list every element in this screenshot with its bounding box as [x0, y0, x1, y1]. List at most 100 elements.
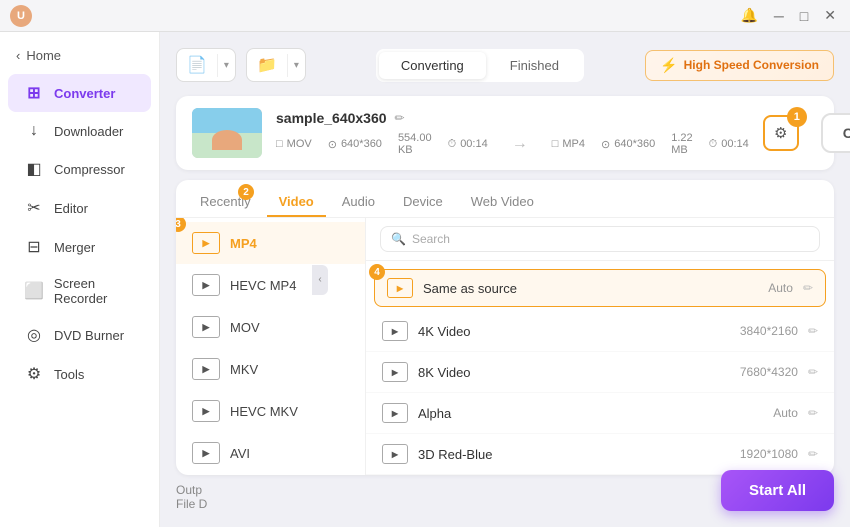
quality-item-4k-video[interactable]: ▶ 4K Video 3840*2160 ✏ [366, 311, 834, 352]
badge-3: 3 [176, 218, 186, 232]
format-icon-avi: ▶ [192, 442, 220, 464]
format-tabs: RecentlyVideoAudioDeviceWeb Video [176, 180, 834, 218]
sidebar-item-tools[interactable]: ⚙ Tools [8, 355, 151, 393]
quality-item-8k-video[interactable]: ▶ 8K Video 7680*4320 ✏ [366, 352, 834, 393]
quality-resolution-4k-video: 3840*2160 [740, 324, 798, 338]
format-item-hevc-mp4[interactable]: ▶ HEVC MP4 [176, 264, 365, 306]
sidebar-collapse-btn[interactable]: ‹ [312, 265, 328, 295]
quality-icon-same-as-source: ▶ [387, 278, 413, 298]
quality-resolution-same-as-source: Auto [768, 281, 793, 295]
notification-icon[interactable]: 🔔 [736, 5, 761, 26]
sidebar-icon-tools: ⚙ [24, 364, 44, 384]
main-content: 📄 ▾ 📁 ▾ Converting Finished ⚡ High Speed… [160, 32, 850, 527]
tab-converting[interactable]: Converting [379, 52, 486, 79]
quality-item-alpha[interactable]: ▶ Alpha Auto ✏ [366, 393, 834, 434]
format-right-header: 🔍 Search [366, 218, 834, 261]
quality-resolution-3d-red-blue: 1920*1080 [740, 447, 798, 461]
top-bar: 📄 ▾ 📁 ▾ Converting Finished ⚡ High Speed… [176, 48, 834, 82]
src-resolution: ⊙ 640*360 [328, 138, 382, 151]
format-panel: RecentlyVideoAudioDeviceWeb Video 2 3 ▶ … [176, 180, 834, 475]
sidebar-item-merger[interactable]: ⊟ Merger [8, 228, 151, 266]
sidebar-icon-downloader: ↓ [24, 122, 44, 140]
format-label-avi: AVI [230, 446, 250, 461]
maximize-icon[interactable]: □ [796, 6, 812, 26]
file-info: sample_640x360 ✏ □ MOV ⊙ 640*360 [276, 110, 749, 156]
format-tab-video[interactable]: Video [267, 188, 326, 217]
tab-finished[interactable]: Finished [488, 52, 581, 79]
quality-icon-8k-video: ▶ [382, 362, 408, 382]
format-icon-mkv: ▶ [192, 358, 220, 380]
format-icon-mov: ▶ [192, 316, 220, 338]
quality-label-3d-red-blue: 3D Red-Blue [418, 447, 740, 462]
dst-duration: ⏱ 00:14 [709, 138, 749, 151]
high-speed-button[interactable]: ⚡ High Speed Conversion [645, 50, 834, 81]
thumbnail-scene [192, 108, 262, 158]
dst-clock-icon: ⏱ [709, 138, 718, 151]
format-item-hevc-mkv[interactable]: ▶ HEVC MKV [176, 390, 365, 432]
src-duration: ⏱ 00:14 [448, 138, 488, 151]
sidebar-item-editor[interactable]: ✂ Editor [8, 189, 151, 227]
quality-edit-3d-red-blue[interactable]: ✏ [808, 447, 818, 461]
start-all-button[interactable]: Start All [721, 470, 834, 511]
format-item-mov[interactable]: ▶ MOV [176, 306, 365, 348]
add-folder-button[interactable]: 📁 ▾ [246, 48, 306, 82]
sidebar-icon-dvd-burner: ◎ [24, 325, 44, 345]
convert-button[interactable]: Convert [821, 113, 850, 153]
quality-edit-same-as-source[interactable]: ✏ [803, 281, 813, 295]
dst-resolution-icon: ⊙ [601, 138, 610, 151]
quality-item-3d-red-blue[interactable]: ▶ 3D Red-Blue 1920*1080 ✏ [366, 434, 834, 475]
close-icon[interactable]: ✕ [820, 5, 840, 26]
file-name: sample_640x360 [276, 110, 387, 126]
quality-edit-4k-video[interactable]: ✏ [808, 324, 818, 338]
format-panel-body: 3 ▶ MP4 ▶ HEVC MP4 ▶ MOV ▶ MKV ▶ HEVC MK… [176, 218, 834, 475]
sidebar-item-screen-recorder[interactable]: ⬜ Screen Recorder [8, 267, 151, 315]
sidebar-back-button[interactable]: ‹ Home [0, 42, 159, 69]
dst-format-icon: □ [552, 138, 559, 150]
format-item-avi[interactable]: ▶ AVI [176, 432, 365, 474]
sidebar-label-compressor: Compressor [54, 162, 125, 177]
src-format-icon: □ [276, 138, 283, 150]
format-label-mov: MOV [230, 320, 260, 335]
format-tab-audio[interactable]: Audio [330, 188, 387, 217]
sidebar-item-downloader[interactable]: ↓ Downloader [8, 113, 151, 149]
user-avatar[interactable]: U [10, 5, 32, 27]
format-item-wmv[interactable]: ▶ WMV [176, 474, 365, 475]
add-folder-icon: 📁 [247, 49, 287, 81]
format-label-hevc-mp4: HEVC MP4 [230, 278, 296, 293]
titlebar: U 🔔 ─ □ ✕ [0, 0, 850, 32]
lightning-icon: ⚡ [660, 57, 677, 74]
format-label-hevc-mkv: HEVC MKV [230, 404, 298, 419]
add-file-dropdown-icon: ▾ [217, 54, 235, 77]
add-file-button[interactable]: 📄 ▾ [176, 48, 236, 82]
sidebar-item-compressor[interactable]: ◧ Compressor [8, 150, 151, 188]
quality-list: 4 ▶ Same as source Auto ✏ ▶ 4K Video 384… [366, 261, 834, 475]
format-tab-web-video[interactable]: Web Video [459, 188, 546, 217]
app-container: ‹ Home ⊞ Converter ↓ Downloader ◧ Compre… [0, 32, 850, 527]
file-name-edit-icon[interactable]: ✏ [395, 111, 405, 125]
search-box[interactable]: 🔍 Search [380, 226, 820, 252]
sidebar-icon-screen-recorder: ⬜ [24, 281, 44, 301]
format-tab-device[interactable]: Device [391, 188, 455, 217]
src-format: □ MOV [276, 138, 312, 150]
sidebar-icon-editor: ✂ [24, 198, 44, 218]
format-right: 🔍 Search 4 ▶ Same as source Auto ✏ ▶ 4K … [366, 218, 834, 475]
quality-edit-alpha[interactable]: ✏ [808, 406, 818, 420]
quality-icon-3d-red-blue: ▶ [382, 444, 408, 464]
sidebar: ‹ Home ⊞ Converter ↓ Downloader ◧ Compre… [0, 32, 160, 527]
sidebar-item-dvd-burner[interactable]: ◎ DVD Burner [8, 316, 151, 354]
format-item-mp4[interactable]: 3 ▶ MP4 [176, 222, 365, 264]
sidebar-label-tools: Tools [54, 367, 84, 382]
quality-item-same-as-source[interactable]: 4 ▶ Same as source Auto ✏ [374, 269, 826, 307]
sidebar-item-converter[interactable]: ⊞ Converter [8, 74, 151, 112]
quality-edit-8k-video[interactable]: ✏ [808, 365, 818, 379]
add-folder-dropdown-icon: ▾ [287, 54, 305, 77]
dst-format: □ MP4 [552, 138, 585, 150]
format-label-mp4: MP4 [230, 236, 257, 251]
minimize-icon[interactable]: ─ [770, 6, 788, 26]
sidebar-label-merger: Merger [54, 240, 95, 255]
arrow-right-icon: → [512, 135, 528, 153]
sidebar-icon-converter: ⊞ [24, 83, 44, 103]
quality-resolution-8k-video: 7680*4320 [740, 365, 798, 379]
sidebar-label-screen-recorder: Screen Recorder [54, 276, 135, 306]
format-item-mkv[interactable]: ▶ MKV [176, 348, 365, 390]
